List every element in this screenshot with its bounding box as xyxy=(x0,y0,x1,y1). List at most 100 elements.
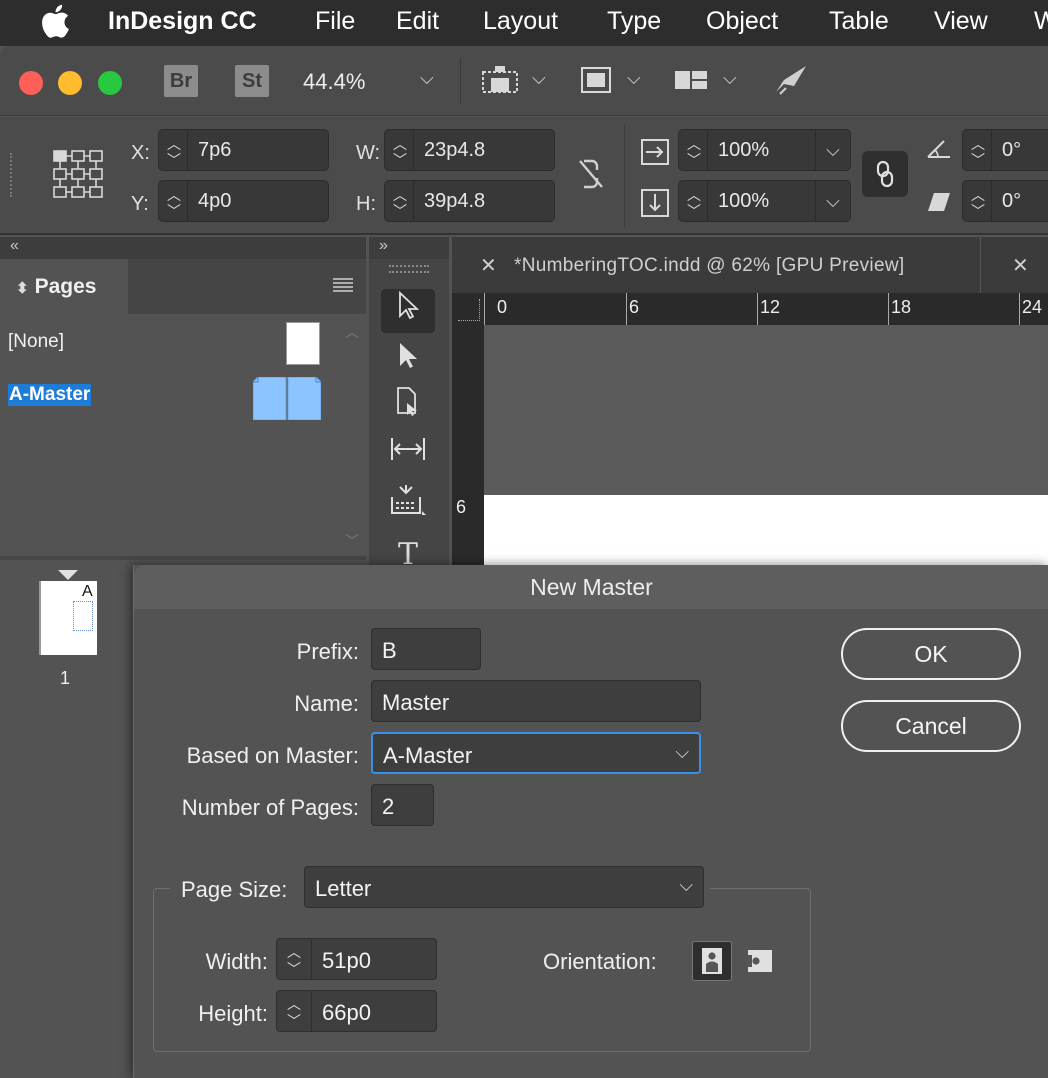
master-none-label[interactable]: [None] xyxy=(8,331,64,353)
gap-tool-icon[interactable] xyxy=(381,433,435,477)
menu-object[interactable]: Object xyxy=(706,7,778,36)
menu-table[interactable]: Table xyxy=(829,7,889,36)
tab-divider xyxy=(980,237,981,293)
stock-button[interactable]: St xyxy=(235,65,269,97)
prefix-label: Prefix: xyxy=(296,639,359,664)
arrange-chevron-down-icon[interactable]: ⌵ xyxy=(723,68,737,89)
a-master-label[interactable]: A-Master xyxy=(8,384,92,406)
page-size-label: Page Size: xyxy=(181,877,288,902)
scale-y-chevron-down-icon[interactable]: ⌵ xyxy=(815,180,851,222)
name-field[interactable]: Master xyxy=(371,680,701,722)
dialog-title: New Master xyxy=(134,565,1048,609)
view-options-chevron-down-icon[interactable]: ⌵ xyxy=(532,68,546,89)
close-window-button[interactable] xyxy=(19,71,43,95)
w-label: W: xyxy=(356,142,381,164)
scroll-up-icon[interactable]: ︿ xyxy=(345,322,359,342)
h-stepper[interactable]: ︿ ﹀ xyxy=(384,180,414,222)
scale-x-field[interactable]: 100% xyxy=(708,129,816,171)
zoom-chevron-down-icon[interactable]: ⌵ xyxy=(420,68,434,89)
menu-bar: InDesign CC File Edit Layout Type Object… xyxy=(0,0,1048,46)
ruler-origin[interactable] xyxy=(458,299,480,321)
bridge-button[interactable]: Br xyxy=(164,65,198,97)
scale-x-stepper[interactable]: ︿ ﹀ xyxy=(678,129,708,171)
based-on-master-value: A-Master xyxy=(383,743,473,768)
tools-grip[interactable] xyxy=(389,265,429,273)
zoom-level[interactable]: 44.4% xyxy=(303,69,365,95)
sort-icon: ⬍ xyxy=(16,280,29,297)
page-thumbnail[interactable]: A xyxy=(39,581,97,655)
ruler-mark xyxy=(888,293,889,325)
panel-menu-icon[interactable] xyxy=(332,277,354,298)
menu-file[interactable]: File xyxy=(315,7,355,36)
selection-tool-icon[interactable] xyxy=(381,289,435,333)
scale-x-chevron-down-icon[interactable]: ⌵ xyxy=(815,129,851,171)
horizontal-ruler[interactable]: 0 6 12 18 24 xyxy=(452,293,1048,325)
a-master-thumbnail[interactable] xyxy=(252,376,322,421)
portrait-orientation-button[interactable] xyxy=(692,941,732,981)
based-on-master-label: Based on Master: xyxy=(186,743,359,768)
menu-layout[interactable]: Layout xyxy=(483,7,558,36)
panel-grip[interactable] xyxy=(10,153,14,197)
landscape-orientation-button[interactable] xyxy=(738,941,778,981)
w-field[interactable]: 23p4.8 xyxy=(414,129,555,171)
width-stepper[interactable]: ︿ ﹀ xyxy=(276,938,312,980)
rotation-stepper[interactable]: ︿ ﹀ xyxy=(962,129,992,171)
page-tool-icon[interactable] xyxy=(381,385,435,429)
view-options-icon[interactable] xyxy=(480,62,520,98)
minimize-window-button[interactable] xyxy=(58,71,82,95)
scale-y-icon xyxy=(640,188,670,223)
menu-view[interactable]: View xyxy=(934,7,988,36)
prefix-field[interactable]: B xyxy=(371,628,481,670)
screen-mode-chevron-down-icon[interactable]: ⌵ xyxy=(627,68,641,89)
height-field[interactable]: 66p0 xyxy=(312,990,437,1032)
x-field[interactable]: 7p6 xyxy=(188,129,329,171)
document-tab-bar: ✕ *NumberingTOC.indd @ 62% [GPU Preview]… xyxy=(452,237,1048,293)
h-field[interactable]: 39p4.8 xyxy=(414,180,555,222)
collapse-panels-button[interactable]: « xyxy=(10,237,19,255)
w-stepper[interactable]: ︿ ﹀ xyxy=(384,129,414,171)
ruler-mark xyxy=(757,293,758,325)
shear-field[interactable]: 0° xyxy=(992,180,1048,222)
scale-y-field[interactable]: 100% xyxy=(708,180,816,222)
name-label: Name: xyxy=(294,691,359,716)
zoom-window-button[interactable] xyxy=(98,71,122,95)
screen-mode-icon[interactable] xyxy=(578,62,614,98)
apple-icon[interactable] xyxy=(40,4,70,45)
menu-window[interactable]: W xyxy=(1034,7,1048,36)
based-on-master-select[interactable]: A-Master ⌵ xyxy=(371,732,701,774)
arrange-documents-icon[interactable] xyxy=(672,62,710,98)
master-none-thumbnail[interactable] xyxy=(286,322,320,365)
x-label: X: xyxy=(131,142,150,164)
close-second-tab-icon[interactable]: ✕ xyxy=(1012,253,1029,278)
content-collector-tool-icon[interactable] xyxy=(381,483,435,527)
close-tab-icon[interactable]: ✕ xyxy=(480,253,497,278)
width-field[interactable]: 51p0 xyxy=(312,938,437,980)
publish-online-icon[interactable] xyxy=(770,62,810,98)
pages-tab[interactable]: ⬍ Pages xyxy=(0,259,128,314)
menu-type[interactable]: Type xyxy=(607,7,661,36)
ok-button[interactable]: OK xyxy=(841,628,1021,680)
ruler-tick-label: 0 xyxy=(497,297,508,317)
scale-y-stepper[interactable]: ︿ ﹀ xyxy=(678,180,708,222)
reference-point-icon[interactable] xyxy=(50,145,108,208)
scale-x-icon xyxy=(640,137,670,172)
constrain-proportions-icon[interactable] xyxy=(576,157,606,196)
cancel-button[interactable]: Cancel xyxy=(841,700,1021,752)
direct-selection-tool-icon[interactable] xyxy=(381,339,435,383)
rotation-field[interactable]: 0° xyxy=(992,129,1048,171)
number-of-pages-label: Number of Pages: xyxy=(181,795,359,820)
y-field[interactable]: 4p0 xyxy=(188,180,329,222)
scroll-down-icon[interactable]: ﹀ xyxy=(345,531,359,551)
expand-tools-button[interactable]: » xyxy=(379,237,388,255)
number-of-pages-field[interactable]: 2 xyxy=(371,784,434,826)
shear-stepper[interactable]: ︿ ﹀ xyxy=(962,180,992,222)
menu-edit[interactable]: Edit xyxy=(396,7,439,36)
y-stepper[interactable]: ︿ ﹀ xyxy=(158,180,188,222)
page-size-select[interactable]: Letter ⌵ xyxy=(304,866,704,908)
ruler-mark xyxy=(1019,293,1020,325)
height-stepper[interactable]: ︿ ﹀ xyxy=(276,990,312,1032)
document-tab-title[interactable]: *NumberingTOC.indd @ 62% [GPU Preview] xyxy=(514,255,904,277)
panel-section-divider[interactable] xyxy=(0,556,366,560)
constrain-scale-button[interactable] xyxy=(862,151,908,197)
x-stepper[interactable]: ︿ ﹀ xyxy=(158,129,188,171)
